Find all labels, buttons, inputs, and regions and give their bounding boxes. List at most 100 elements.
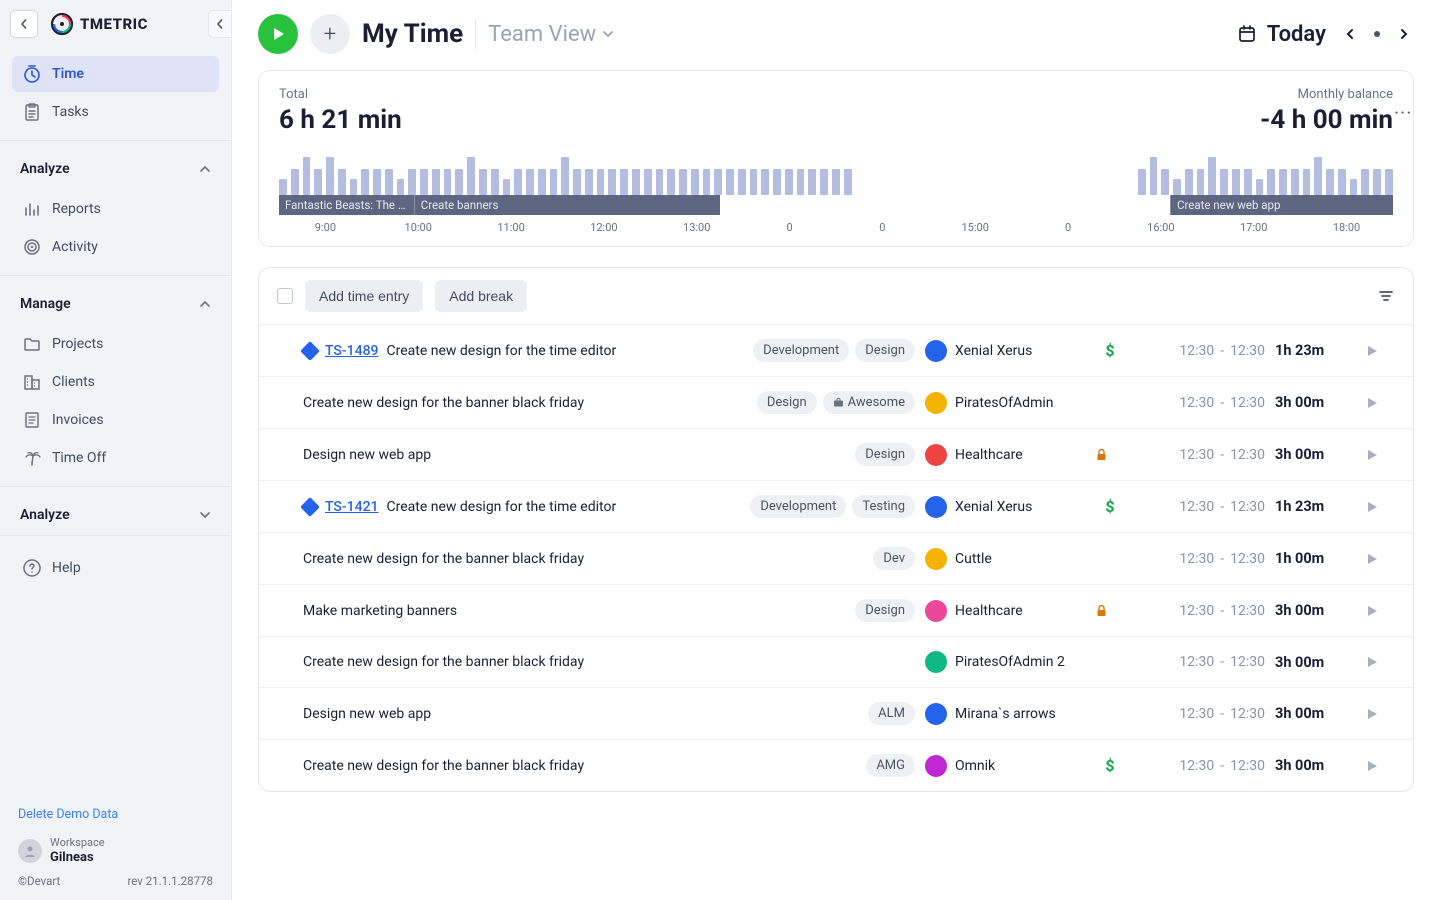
tag[interactable]: Development	[750, 495, 846, 518]
tag[interactable]: Design	[855, 339, 915, 362]
nav-label: Reports	[52, 201, 101, 217]
project[interactable]: Cuttle	[925, 548, 1085, 570]
nav-label: Projects	[52, 336, 103, 352]
add-break-button[interactable]: Add break	[435, 280, 527, 312]
section-analyze[interactable]: Analyze	[0, 147, 231, 183]
entry-play-button[interactable]	[1365, 396, 1395, 410]
hour-label: 0	[836, 221, 929, 234]
section-analyze2[interactable]: Analyze	[0, 493, 231, 529]
dollar-icon: $	[1105, 497, 1114, 516]
nav-label: Time Off	[52, 450, 106, 466]
total-block: Total 6 h 21 min	[279, 87, 402, 135]
timeline-track[interactable]: Create new web app	[1170, 195, 1393, 215]
entry-play-button[interactable]	[1365, 707, 1395, 721]
team-view-dropdown[interactable]: Team View	[488, 22, 614, 47]
balance-value: -4 h 00 min	[1260, 105, 1393, 135]
project-name: Xenial Xerus	[955, 499, 1032, 515]
sidebar-item-clients[interactable]: Clients	[12, 364, 219, 400]
time-range[interactable]: 12:30-12:30	[1135, 706, 1265, 722]
time-range[interactable]: 12:30-12:30	[1135, 654, 1265, 670]
entry-row[interactable]: Create new design for the banner black f…	[259, 636, 1413, 687]
total-value: 6 h 21 min	[279, 105, 402, 135]
project[interactable]: PiratesOfAdmin 2	[925, 651, 1085, 673]
ticket-link[interactable]: TS-1421	[325, 499, 378, 515]
project[interactable]: Xenial Xerus	[925, 340, 1085, 362]
more-menu-button[interactable]: ···	[1388, 99, 1419, 127]
sidebar-item-reports[interactable]: Reports	[12, 191, 219, 227]
sidebar-item-activity[interactable]: Activity	[12, 229, 219, 265]
prev-day-button[interactable]	[1340, 24, 1360, 44]
time-range[interactable]: 12:30-12:30	[1135, 603, 1265, 619]
back-button[interactable]	[10, 10, 38, 38]
timeline-track[interactable]: Create banners	[414, 195, 721, 215]
add-button[interactable]: +	[310, 14, 350, 54]
today-button[interactable]: Today	[1237, 22, 1326, 47]
entry-row[interactable]: Make marketing banners Design Healthcare…	[259, 584, 1413, 636]
tag[interactable]: Development	[753, 339, 849, 362]
entries-body: TS-1489 Create new design for the time e…	[259, 324, 1413, 791]
billable	[1095, 448, 1125, 461]
topbar: + My Time Team View Today	[258, 14, 1414, 54]
billable: $	[1095, 497, 1125, 516]
hour-label: 13:00	[650, 221, 743, 234]
workspace-selector[interactable]: Workspace Gilneas	[18, 836, 213, 866]
entry-play-button[interactable]	[1365, 448, 1395, 462]
tag[interactable]: Design	[855, 443, 915, 466]
time-range[interactable]: 12:30-12:30	[1135, 551, 1265, 567]
entry-row[interactable]: TS-1489 Create new design for the time e…	[259, 324, 1413, 376]
tag[interactable]: AMG	[866, 754, 915, 777]
tag[interactable]: Testing	[852, 495, 915, 518]
palm-icon	[22, 448, 42, 468]
time-range[interactable]: 12:30-12:30	[1135, 343, 1265, 359]
next-day-button[interactable]	[1394, 24, 1414, 44]
time-range[interactable]: 12:30-12:30	[1135, 758, 1265, 774]
sidebar-item-time[interactable]: Time	[12, 56, 219, 92]
time-range[interactable]: 12:30-12:30	[1135, 499, 1265, 515]
sidebar-item-invoices[interactable]: Invoices	[12, 402, 219, 438]
dot-separator	[1374, 31, 1380, 37]
tag[interactable]: Dev	[873, 547, 915, 570]
tag[interactable]: Awesome	[823, 391, 915, 414]
sidebar-item-projects[interactable]: Projects	[12, 326, 219, 362]
entry-play-button[interactable]	[1365, 759, 1395, 773]
entry-play-button[interactable]	[1365, 655, 1395, 669]
sidebar-item-help[interactable]: Help	[12, 550, 219, 586]
entry-row[interactable]: Design new web app Design Healthcare 12:…	[259, 428, 1413, 480]
sort-button[interactable]	[1377, 287, 1395, 305]
timeline-track[interactable]: Fantastic Beasts: The Crimes...	[279, 195, 414, 215]
entry-row[interactable]: Design new web app ALM Mirana`s arrows 1…	[259, 687, 1413, 739]
project[interactable]: Healthcare	[925, 444, 1085, 466]
sidebar-item-time-off[interactable]: Time Off	[12, 440, 219, 476]
project[interactable]: Xenial Xerus	[925, 496, 1085, 518]
entry-play-button[interactable]	[1365, 552, 1395, 566]
project[interactable]: Mirana`s arrows	[925, 703, 1085, 725]
time-range[interactable]: 12:30-12:30	[1135, 447, 1265, 463]
tag[interactable]: Design	[757, 391, 817, 414]
tag[interactable]: ALM	[868, 702, 915, 725]
ticket-icon	[300, 497, 320, 517]
collapse-sidebar-button[interactable]	[208, 10, 232, 38]
tag[interactable]: Design	[855, 599, 915, 622]
entry-row[interactable]: Create new design for the banner black f…	[259, 532, 1413, 584]
project[interactable]: Omnik	[925, 755, 1085, 777]
entry-play-button[interactable]	[1365, 604, 1395, 618]
sidebar-item-tasks[interactable]: Tasks	[12, 94, 219, 130]
duration: 3h 00m	[1275, 757, 1355, 774]
billable: $	[1095, 341, 1125, 360]
hour-label: 0	[1022, 221, 1115, 234]
entry-row[interactable]: Create new design for the banner black f…	[259, 739, 1413, 791]
project[interactable]: PiratesOfAdmin	[925, 392, 1085, 414]
entry-play-button[interactable]	[1365, 500, 1395, 514]
entry-row[interactable]: TS-1421 Create new design for the time e…	[259, 480, 1413, 532]
entry-row[interactable]: Create new design for the banner black f…	[259, 376, 1413, 428]
workspace-name: Gilneas	[50, 850, 105, 866]
project[interactable]: Healthcare	[925, 600, 1085, 622]
play-button[interactable]	[258, 14, 298, 54]
time-range[interactable]: 12:30-12:30	[1135, 395, 1265, 411]
entry-play-button[interactable]	[1365, 344, 1395, 358]
add-time-entry-button[interactable]: Add time entry	[305, 280, 423, 312]
section-manage[interactable]: Manage	[0, 282, 231, 318]
delete-demo-link[interactable]: Delete Demo Data	[18, 807, 118, 822]
ticket-link[interactable]: TS-1489	[325, 343, 378, 359]
select-all-checkbox[interactable]	[277, 288, 293, 304]
